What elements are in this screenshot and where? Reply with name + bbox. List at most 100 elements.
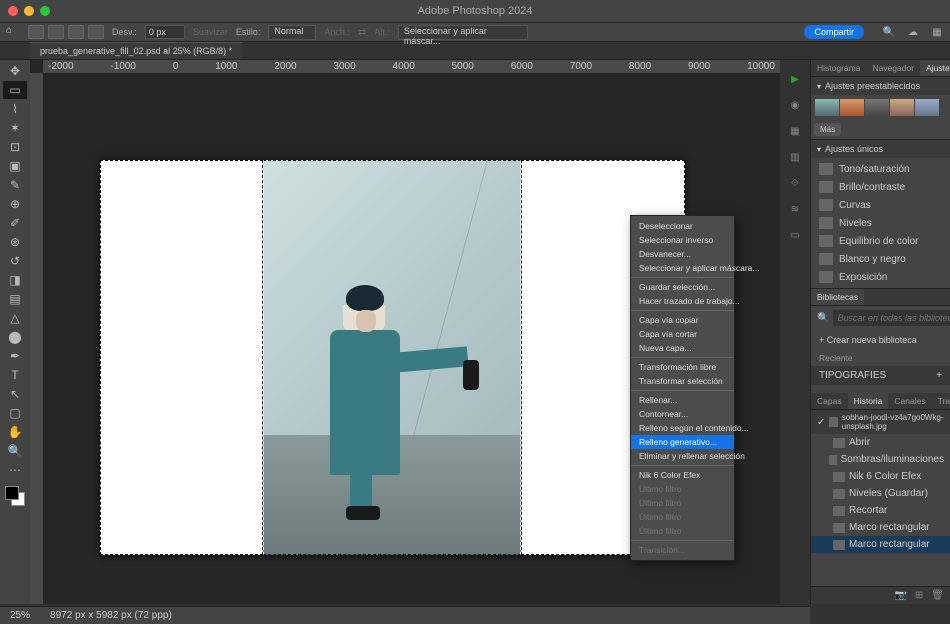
context-item[interactable]: Seleccionar inverso <box>631 233 734 247</box>
tab-history[interactable]: Historia <box>848 393 889 409</box>
context-item[interactable]: Deseleccionar <box>631 219 734 233</box>
marquee-tool[interactable]: ▭ <box>3 81 27 99</box>
eraser-tool[interactable]: ◨ <box>3 271 27 289</box>
play-icon[interactable]: ▶ <box>786 70 804 88</box>
cloud-icon[interactable]: ☁ <box>906 25 920 39</box>
style-select[interactable]: Normal <box>268 25 316 40</box>
history-brush-tool[interactable]: ↺ <box>3 252 27 270</box>
tab-paths[interactable]: Trazados <box>932 393 950 409</box>
visible-icon[interactable]: ✓ <box>817 417 825 428</box>
context-item[interactable]: Nueva capa... <box>631 341 734 355</box>
context-item[interactable]: Transformación libre <box>631 360 734 374</box>
eyedropper-tool[interactable]: ✎ <box>3 176 27 194</box>
new-state-icon[interactable]: ⊞ <box>915 590 923 601</box>
unique-adj-header[interactable]: Ajustes únicos <box>811 140 950 158</box>
brushes-panel-icon[interactable]: ⟐ <box>786 174 804 192</box>
swap-icon[interactable]: ⇄ <box>358 27 366 38</box>
canvas-area[interactable]: -2000-1000010002000300040005000600070008… <box>30 60 780 604</box>
stamp-tool[interactable]: ⊛ <box>3 233 27 251</box>
context-item[interactable]: Transformar selección <box>631 374 734 388</box>
context-item[interactable]: Relleno generativo... <box>631 435 734 449</box>
selection-intersect-icon[interactable] <box>88 25 104 39</box>
context-item[interactable]: Capa vía copiar <box>631 313 734 327</box>
zoom-tool[interactable]: 🔍 <box>3 442 27 460</box>
pen-tool[interactable]: ✒ <box>3 347 27 365</box>
context-item[interactable]: Capa vía cortar <box>631 327 734 341</box>
context-item[interactable]: Relleno según el contenido... <box>631 421 734 435</box>
history-item[interactable]: Nik 6 Color Efex <box>811 468 950 485</box>
crop-tool[interactable]: ⊡ <box>3 138 27 156</box>
color-swatches[interactable] <box>5 486 25 506</box>
delete-icon[interactable]: 🗑 <box>931 590 944 601</box>
library-item[interactable]: TIPOGRAFIES+ <box>811 366 950 385</box>
lasso-tool[interactable]: ⌇ <box>3 100 27 118</box>
context-item[interactable]: Rellenar... <box>631 393 734 407</box>
home-icon[interactable]: ⌂ <box>6 25 20 39</box>
context-item[interactable]: Eliminar y rellenar selección <box>631 449 734 463</box>
zoom-level[interactable]: 25% <box>10 610 30 621</box>
gradients-panel-icon[interactable]: ▥ <box>786 148 804 166</box>
minimize-icon[interactable] <box>24 6 34 16</box>
search-icon[interactable]: 🔍 <box>882 25 896 39</box>
share-button[interactable]: Compartir <box>804 25 864 39</box>
context-item[interactable]: Hacer trazado de trabajo... <box>631 294 734 308</box>
tab-adjustments[interactable]: Ajustes <box>920 60 950 76</box>
history-item[interactable]: Recortar <box>811 502 950 519</box>
tab-layers[interactable]: Capas <box>811 393 848 409</box>
swatches-panel-icon[interactable]: ▦ <box>786 122 804 140</box>
history-root[interactable]: ✓ sobhan-joodi-vz4a7go0Wkg-unsplash.jpg <box>811 410 950 434</box>
context-item[interactable]: Desvanecer... <box>631 247 734 261</box>
fg-color[interactable] <box>5 486 19 500</box>
adjustment-item[interactable]: Niveles <box>811 214 950 232</box>
tab-channels[interactable]: Canales <box>888 393 931 409</box>
more-button[interactable]: Más <box>814 123 841 136</box>
adjustment-item[interactable]: Blanco y negro <box>811 250 950 268</box>
dodge-tool[interactable]: ⬤ <box>3 328 27 346</box>
adjustment-item[interactable]: Tono/saturación <box>811 160 950 178</box>
wand-tool[interactable]: ✶ <box>3 119 27 137</box>
selection-sub-icon[interactable] <box>68 25 84 39</box>
preset-thumb[interactable] <box>915 99 939 116</box>
close-icon[interactable] <box>8 6 18 16</box>
tab-histogram[interactable]: Histograma <box>811 60 866 76</box>
tab-navigator[interactable]: Navegador <box>866 60 920 76</box>
workspace-icon[interactable]: ▦ <box>930 25 944 39</box>
feather-input[interactable] <box>145 25 185 39</box>
color-panel-icon[interactable]: ◉ <box>786 96 804 114</box>
history-item[interactable]: Sombras/iluminaciones <box>811 451 950 468</box>
context-item[interactable]: Guardar selección... <box>631 280 734 294</box>
tab-libraries[interactable]: Bibliotecas <box>811 289 864 305</box>
maximize-icon[interactable] <box>40 6 50 16</box>
context-item[interactable]: Seleccionar y aplicar máscara... <box>631 261 734 275</box>
preset-thumb[interactable] <box>815 99 839 116</box>
blur-tool[interactable]: △ <box>3 309 27 327</box>
presets-header[interactable]: Ajustes preestablecidos <box>811 77 950 95</box>
history-item[interactable]: Niveles (Guardar) <box>811 485 950 502</box>
preset-thumb[interactable] <box>865 99 889 116</box>
context-item[interactable]: Contornear... <box>631 407 734 421</box>
shape-tool[interactable]: ▢ <box>3 404 27 422</box>
actions-panel-icon[interactable]: ≋ <box>786 200 804 218</box>
new-library-button[interactable]: + Crear nueva biblioteca <box>811 330 950 350</box>
frame-tool[interactable]: ▣ <box>3 157 27 175</box>
new-snapshot-icon[interactable]: 📷 <box>894 590 906 601</box>
preset-thumb[interactable] <box>890 99 914 116</box>
move-tool[interactable]: ✥ <box>3 62 27 80</box>
adjustment-item[interactable]: Exposición <box>811 268 950 286</box>
select-mask-button[interactable]: Seleccionar y aplicar máscar... <box>398 25 528 40</box>
adjustment-item[interactable]: Curvas <box>811 196 950 214</box>
history-item[interactable]: Abrir <box>811 434 950 451</box>
adjustment-item[interactable]: Brillo/contraste <box>811 178 950 196</box>
type-tool[interactable]: T <box>3 366 27 384</box>
library-search-input[interactable] <box>833 310 950 326</box>
history-item[interactable]: Marco rectangular <box>811 536 950 553</box>
layers-panel-icon[interactable]: ▭ <box>786 226 804 244</box>
heal-tool[interactable]: ⊕ <box>3 195 27 213</box>
document-tab[interactable]: prueba_generative_fill_02.psd al 25% (RG… <box>30 42 242 59</box>
path-tool[interactable]: ↖ <box>3 385 27 403</box>
adjustment-item[interactable]: Equilibrio de color <box>811 232 950 250</box>
preset-thumb[interactable] <box>840 99 864 116</box>
selection-new-icon[interactable] <box>28 25 44 39</box>
hand-tool[interactable]: ✋ <box>3 423 27 441</box>
context-item[interactable]: Nik 6 Color Efex <box>631 468 734 482</box>
